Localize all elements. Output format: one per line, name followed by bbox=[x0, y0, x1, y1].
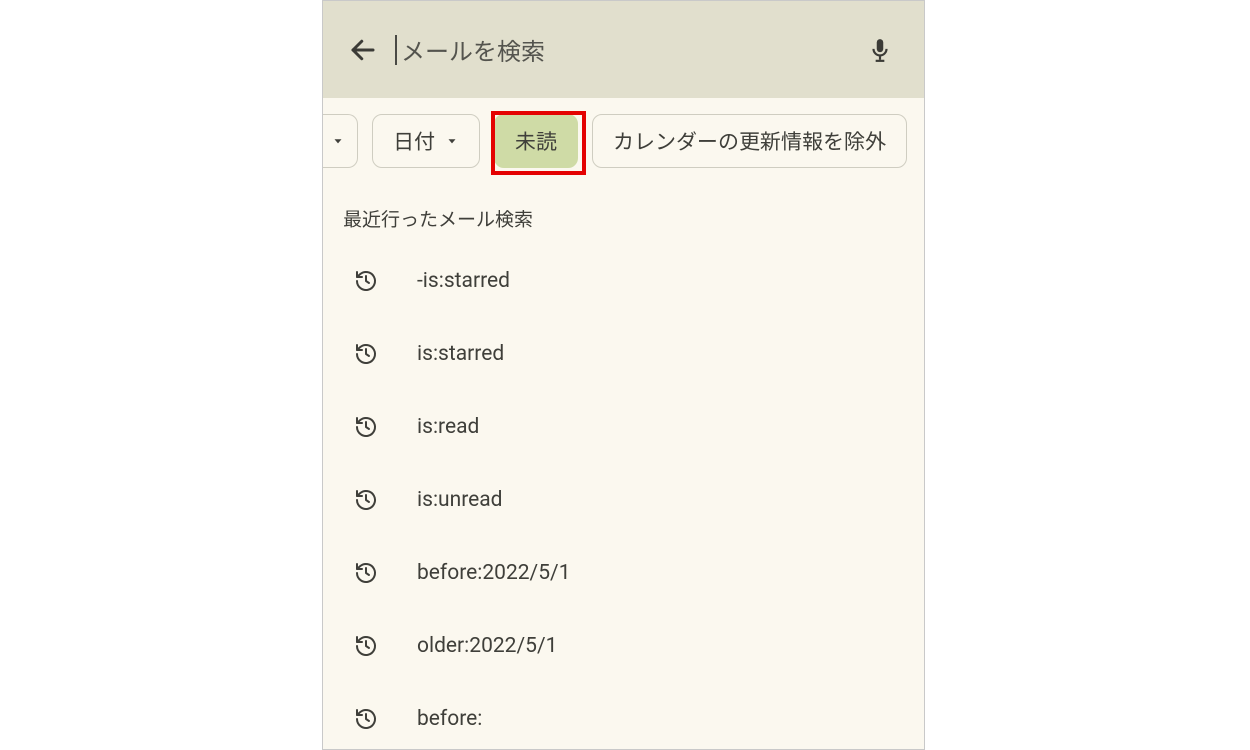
arrow-left-icon bbox=[348, 35, 378, 65]
filter-chip-row: 日付 未読 カレンダーの更新情報を除外 bbox=[323, 98, 924, 183]
history-icon bbox=[351, 342, 381, 366]
text-caret bbox=[395, 35, 397, 65]
voice-search-button[interactable] bbox=[860, 30, 900, 70]
recent-search-item[interactable]: before:2022/5/1 bbox=[323, 536, 924, 609]
microphone-icon bbox=[867, 37, 893, 63]
chevron-down-icon bbox=[331, 134, 345, 148]
recent-search-text: older:2022/5/1 bbox=[417, 634, 557, 658]
recent-search-item[interactable]: is:unread bbox=[323, 463, 924, 536]
history-icon bbox=[351, 415, 381, 439]
recent-search-text: is:starred bbox=[417, 342, 504, 366]
recent-search-item[interactable]: is:starred bbox=[323, 317, 924, 390]
search-placeholder: メールを検索 bbox=[401, 32, 545, 67]
recent-search-text: before:2022/5/1 bbox=[417, 561, 571, 585]
history-icon bbox=[351, 488, 381, 512]
history-icon bbox=[351, 634, 381, 658]
back-button[interactable] bbox=[341, 28, 385, 72]
recent-search-text: is:unread bbox=[417, 488, 503, 512]
chevron-down-icon bbox=[445, 134, 459, 148]
history-icon bbox=[351, 707, 381, 731]
recent-search-item[interactable]: before: bbox=[323, 682, 924, 750]
chip-label: 未読 bbox=[515, 126, 557, 156]
app-frame: メールを検索 日付 未読 カレンダーの更新情報を除外 bbox=[322, 0, 925, 750]
search-input[interactable]: メールを検索 bbox=[395, 32, 860, 67]
recent-search-text: before: bbox=[417, 707, 482, 731]
search-bar: メールを検索 bbox=[323, 1, 924, 98]
recent-search-item[interactable]: is:read bbox=[323, 390, 924, 463]
history-icon bbox=[351, 561, 381, 585]
filter-chip-unread[interactable]: 未読 bbox=[494, 114, 578, 168]
chip-label: カレンダーの更新情報を除外 bbox=[613, 126, 886, 156]
recent-search-text: -is:starred bbox=[417, 269, 510, 293]
recent-searches-heading: 最近行ったメール検索 bbox=[323, 183, 924, 240]
filter-chip-exclude-calendar[interactable]: カレンダーの更新情報を除外 bbox=[592, 114, 907, 168]
chip-label: 日付 bbox=[393, 126, 435, 156]
history-icon bbox=[351, 269, 381, 293]
recent-searches-list: -is:starred is:starred is:read is:unread… bbox=[323, 240, 924, 750]
filter-chip-date[interactable]: 日付 bbox=[372, 114, 480, 168]
recent-search-item[interactable]: older:2022/5/1 bbox=[323, 609, 924, 682]
filter-chip-overflow-left[interactable] bbox=[323, 114, 358, 168]
recent-search-item[interactable]: -is:starred bbox=[323, 244, 924, 317]
recent-search-text: is:read bbox=[417, 415, 479, 439]
